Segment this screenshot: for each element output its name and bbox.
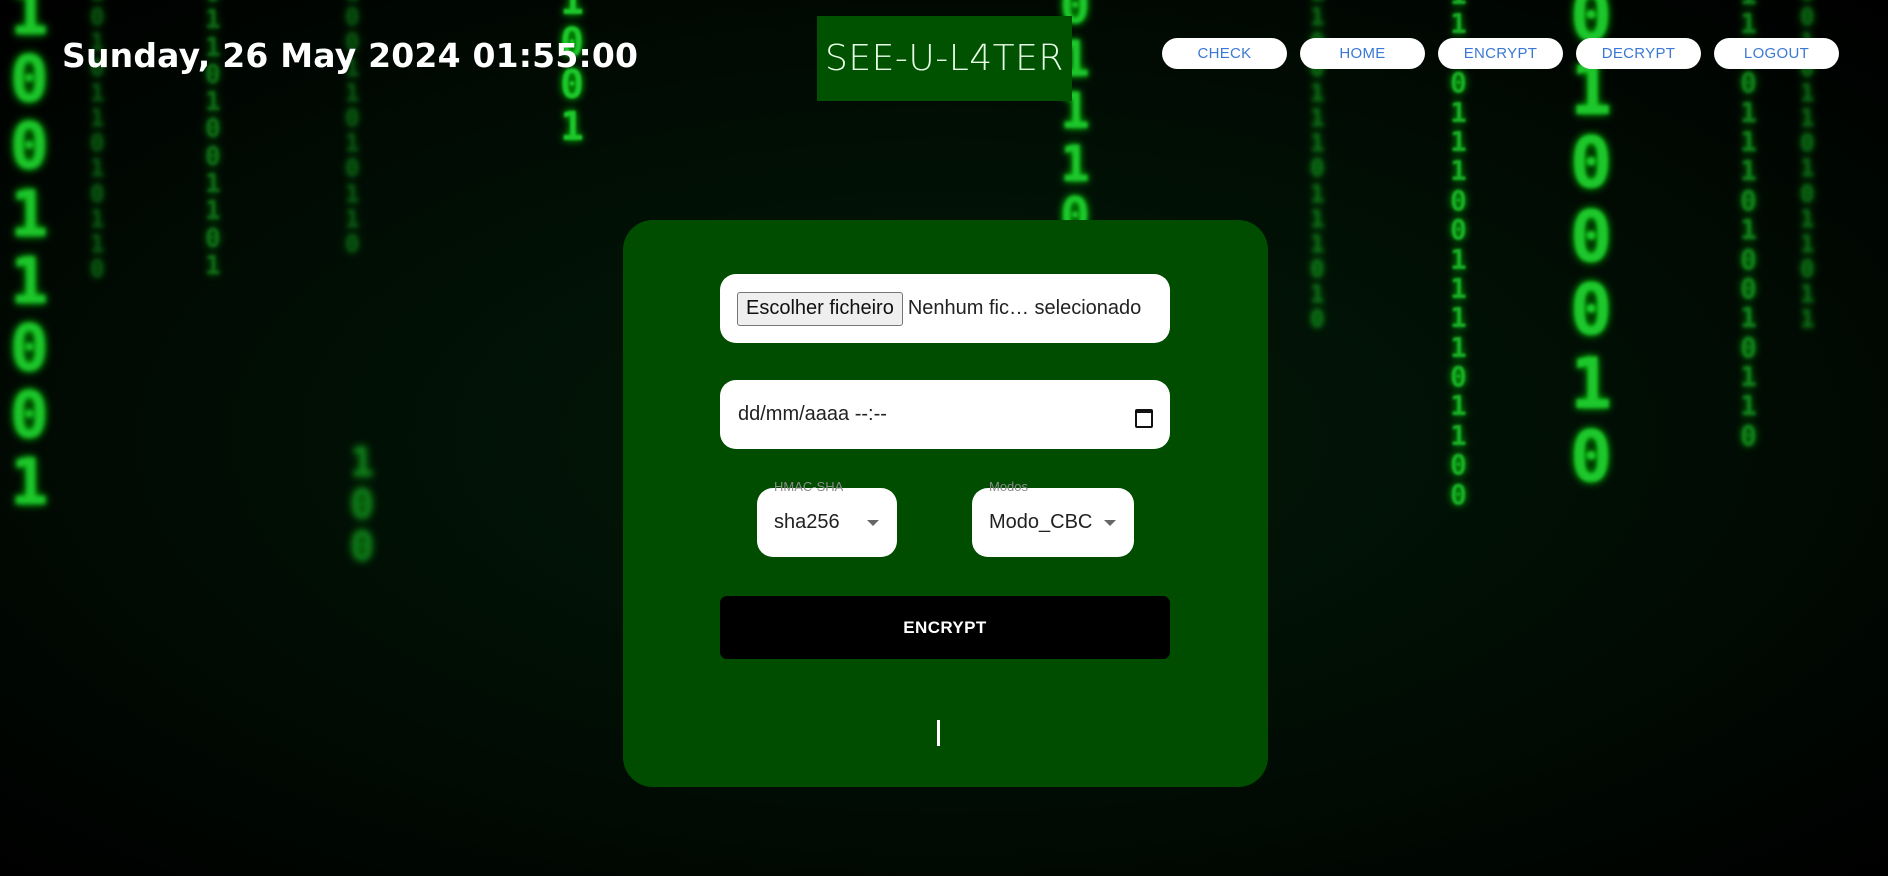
rain-column: 1 0 0 1 1 0 0 1 xyxy=(10,0,49,521)
nav-encrypt-button[interactable]: ENCRYPT xyxy=(1438,38,1563,69)
rain-column: 0 1 0 0 0 1 0 xyxy=(1570,0,1613,498)
hmac-label: HMAC-SHA xyxy=(774,479,844,494)
dropdown-caret-icon xyxy=(1104,520,1116,526)
app-logo: SEE-U-L4TER xyxy=(817,16,1072,101)
mode-select-box[interactable]: Modo_CBC xyxy=(972,488,1134,557)
nav-decrypt-button[interactable]: DECRYPT xyxy=(1576,38,1701,69)
file-status-text: Nenhum fic… selecionado xyxy=(907,297,1142,319)
file-input[interactable]: Escolher ficheiro Nenhum fic… selecionad… xyxy=(720,274,1170,343)
rain-column: 1 1 9 0 1 1 1 0 0 1 1 1 1 0 1 1 0 0 xyxy=(1450,0,1467,511)
datetime-display: Sunday, 26 May 2024 01:55:00 xyxy=(62,36,639,75)
nav-home-button[interactable]: HOME xyxy=(1300,38,1425,69)
datetime-placeholder: dd/mm/aaaa --:-- xyxy=(738,403,887,425)
rain-column: 1 0 0 xyxy=(350,440,375,570)
app-stage: 1 0 0 1 1 0 0 11 0 1 0 1 1 0 1 0 1 1 00 … xyxy=(0,0,1888,876)
dropdown-caret-icon xyxy=(867,520,879,526)
calendar-icon[interactable] xyxy=(1134,406,1153,428)
hmac-selected-value: sha256 xyxy=(774,511,840,533)
choose-file-button[interactable]: Escolher ficheiro xyxy=(737,291,903,326)
datetime-input[interactable]: dd/mm/aaaa --:-- xyxy=(720,380,1170,449)
nav-check-button[interactable]: CHECK xyxy=(1162,38,1287,69)
top-nav: CHECK HOME ENCRYPT DECRYPT LOGOUT xyxy=(1162,38,1839,69)
encrypt-panel: Escolher ficheiro Nenhum fic… selecionad… xyxy=(623,220,1268,787)
nav-logout-button[interactable]: LOGOUT xyxy=(1714,38,1839,69)
text-cursor xyxy=(937,720,940,746)
mode-select[interactable]: Modo_CBC Modos xyxy=(972,479,1134,557)
mode-label: Modos xyxy=(989,479,1029,494)
hmac-select-box[interactable]: sha256 xyxy=(757,488,897,557)
encrypt-submit-button[interactable]: ENCRYPT xyxy=(720,596,1170,659)
mode-selected-value: Modo_CBC xyxy=(989,511,1093,533)
hmac-select[interactable]: sha256 HMAC-SHA xyxy=(757,479,897,557)
